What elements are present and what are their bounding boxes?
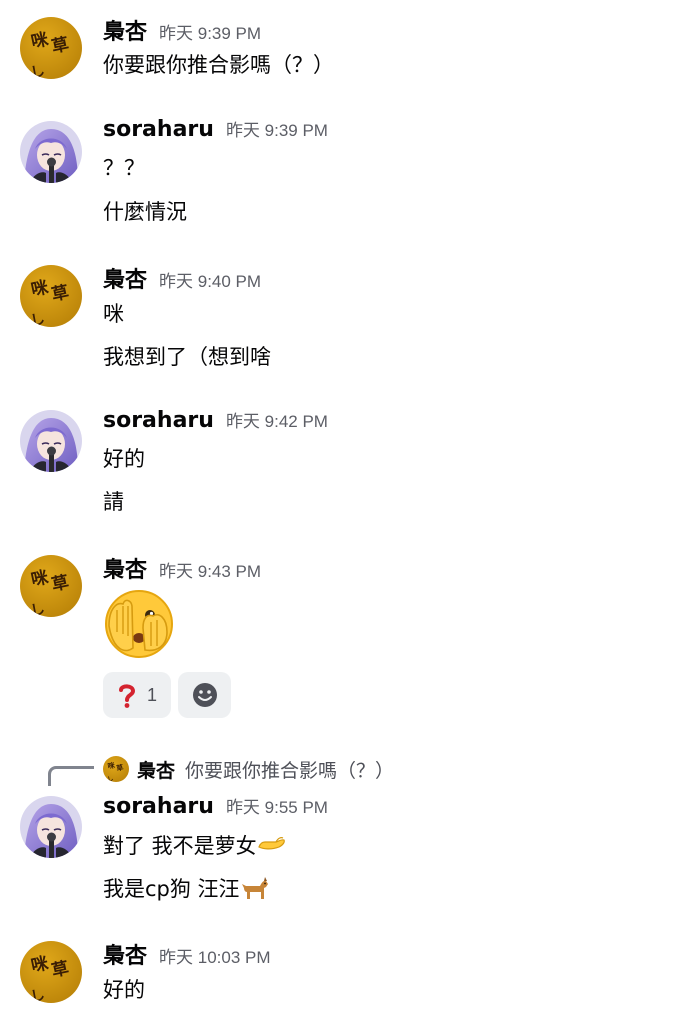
username[interactable]: 梟杏 [103, 268, 147, 293]
message-header: 梟杏 昨天 9:39 PM [103, 14, 262, 45]
message-text: 好的 [103, 978, 145, 1002]
message-header: soraharu 昨天 9:39 PM [103, 116, 328, 146]
dog-icon [240, 872, 270, 902]
add-reaction-button[interactable] [178, 672, 231, 718]
message-text: 我想到了（想到啥 [103, 345, 271, 369]
user-avatar[interactable] [20, 265, 82, 327]
username[interactable]: soraharu [103, 794, 214, 819]
user-avatar[interactable] [20, 796, 82, 858]
timestamp: 昨天 9:43 PM [159, 562, 262, 581]
reply-preview[interactable]: 梟杏 你要跟你推合影嗎（？） [103, 754, 394, 784]
username[interactable]: 梟杏 [103, 20, 147, 45]
message-header: 梟杏 昨天 9:43 PM [103, 552, 262, 583]
reaction-count: 1 [146, 684, 157, 705]
add-reaction-icon [192, 683, 217, 707]
timestamp: 昨天 9:40 PM [159, 272, 262, 291]
red-question-mark-icon [118, 684, 135, 708]
face-with-open-eyes-and-hand-over-mouth-icon [103, 588, 175, 660]
timestamp: 昨天 9:39 PM [159, 24, 262, 43]
message-text: 好的 [103, 447, 145, 471]
message-text-content: 我是cp狗 汪汪 [103, 877, 240, 901]
timestamp: 昨天 9:39 PM [225, 121, 328, 140]
username[interactable]: 梟杏 [103, 944, 147, 969]
message-header: 梟杏 昨天 10:03 PM [103, 938, 271, 969]
message-header: 梟杏 昨天 9:40 PM [103, 262, 262, 293]
timestamp: 昨天 10:03 PM [159, 948, 271, 967]
username[interactable]: soraharu [103, 117, 214, 142]
message-text: 我是cp狗 汪汪 [103, 872, 270, 903]
message-header: soraharu 昨天 9:42 PM [103, 407, 328, 437]
reply-author[interactable]: 梟杏 [137, 756, 175, 783]
message-text: 對了 我不是萝女 [103, 829, 287, 860]
message-text: 請 [103, 490, 124, 514]
palm-up-hand-icon [257, 829, 287, 859]
message-text: 咪 [103, 302, 124, 326]
user-avatar[interactable] [20, 410, 82, 472]
message-header: soraharu 昨天 9:55 PM [103, 793, 328, 823]
reply-avatar [103, 756, 129, 782]
timestamp: 昨天 9:42 PM [225, 412, 328, 431]
timestamp: 昨天 9:55 PM [225, 798, 328, 817]
reply-connector [48, 766, 94, 786]
reaction-button[interactable]: 1 [103, 672, 171, 718]
user-avatar[interactable] [20, 941, 82, 1003]
message-text: 什麼情況 [103, 200, 187, 224]
user-avatar[interactable] [20, 17, 82, 79]
message-text: 你要跟你推合影嗎（？） [103, 53, 334, 77]
username[interactable]: 梟杏 [103, 558, 147, 583]
user-avatar[interactable] [20, 555, 82, 617]
message-text: ？？ [103, 156, 145, 180]
reply-text[interactable]: 你要跟你推合影嗎（？） [185, 756, 394, 783]
username[interactable]: soraharu [103, 408, 214, 433]
user-avatar[interactable] [20, 121, 82, 183]
message-text-content: 對了 我不是萝女 [103, 834, 257, 858]
